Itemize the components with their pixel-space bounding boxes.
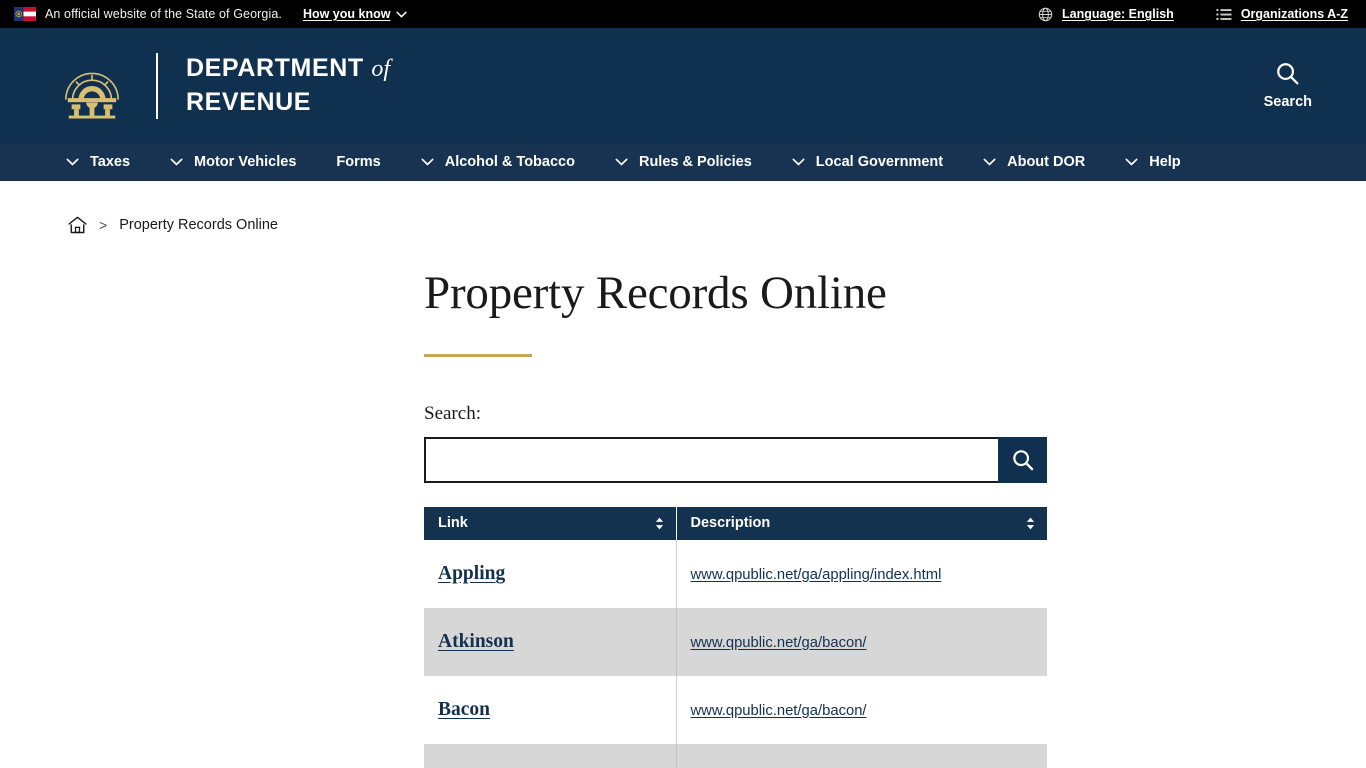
column-header-link-label: Link [438,515,468,532]
table-row: Appling www.qpublic.net/ga/appling/index… [424,540,1047,609]
header-search-button[interactable]: Search [1264,61,1338,110]
site-title-line2: REVENUE [186,87,312,116]
organizations-az-label: Organizations A-Z [1240,7,1348,21]
sort-updown-icon [655,517,663,530]
chevron-down-icon [1125,158,1138,166]
nav-item-taxes[interactable]: Taxes [46,143,150,181]
search-form [424,437,1047,484]
nav-item-motor-vehicles[interactable]: Motor Vehicles [150,143,316,181]
brand-lockup[interactable]: DEPARTMENT of REVENUE [60,51,390,121]
nav-item-local-government[interactable]: Local Government [772,143,963,181]
column-header-link[interactable]: Link [424,507,677,541]
nav-label: About DOR [1007,154,1086,170]
nav-item-rules-policies[interactable]: Rules & Policies [595,143,772,181]
county-link[interactable]: Appling [438,563,505,584]
chevron-down-icon [792,158,805,166]
brand-divider [156,52,158,119]
table-header-row: Link Description [424,507,1047,541]
language-label: Language: English [1062,7,1174,21]
nav-item-about-dor[interactable]: About DOR [963,143,1105,181]
how-you-know-label: How you know [302,7,391,21]
header-search-label: Search [1263,94,1312,110]
breadcrumb-current: Property Records Online [119,217,278,233]
list-icon [1216,8,1232,20]
government-notice-bar: An official website of the State of Geor… [0,0,1366,28]
nav-item-forms[interactable]: Forms [316,143,400,181]
gov-notice-text: An official website of the State of Geor… [45,7,282,21]
chevron-down-icon [615,158,628,166]
breadcrumb: > Property Records Online [0,181,1366,239]
chevron-down-icon [396,11,408,18]
nav-item-help[interactable]: Help [1105,143,1200,181]
georgia-state-flag-icon [14,7,36,21]
gov-notice-group: An official website of the State of Geor… [14,7,408,21]
table-header: Link Description [424,507,1047,541]
primary-navigation: Taxes Motor Vehicles Forms Alcohol & Tob… [0,143,1366,181]
cell-description [676,744,1047,768]
globe-icon [1038,7,1053,21]
organizations-az-link[interactable]: Organizations A-Z [1216,7,1348,21]
table-row: Bacon www.qpublic.net/ga/bacon/ [424,676,1047,745]
table-row: Atkinson www.qpublic.net/ga/bacon/ [424,608,1047,677]
home-icon[interactable] [68,216,87,234]
cell-description: www.qpublic.net/ga/appling/index.html [676,540,1047,608]
site-title: DEPARTMENT of REVENUE [186,52,390,119]
cell-link: Bacon [424,676,677,745]
cell-link: Appling [424,540,677,609]
search-submit-button[interactable] [998,437,1047,484]
table-row [424,744,1047,768]
property-records-table: Link Description Appling www.qpublic.net… [424,507,1047,768]
county-link[interactable]: Bacon [438,699,490,720]
breadcrumb-separator: > [99,217,108,233]
table-body: Appling www.qpublic.net/ga/appling/index… [424,540,1047,768]
sort-updown-icon [1026,517,1035,530]
georgia-capitol-seal-icon [64,72,120,118]
search-icon [1012,450,1033,471]
gov-utility-links: Language: English Organizations A-Z [1038,7,1348,22]
nav-label: Local Government [815,154,944,170]
title-underline-rule [424,354,532,358]
how-you-know-toggle[interactable]: How you know [303,7,408,21]
nav-label: Alcohol & Tobacco [444,154,575,170]
search-input[interactable] [424,437,998,484]
nav-label: Help [1149,154,1181,170]
cell-link [424,744,677,768]
language-selector[interactable]: Language: English [1038,7,1174,22]
nav-item-alcohol-tobacco[interactable]: Alcohol & Tobacco [401,143,595,181]
description-url-link[interactable]: www.qpublic.net/ga/appling/index.html [691,567,942,583]
column-header-description[interactable]: Description [676,507,1047,541]
nav-label: Rules & Policies [638,154,752,170]
main-content: Property Records Online Search: Link Des… [0,239,1366,768]
nav-label: Motor Vehicles [194,154,297,170]
page-title: Property Records Online [424,267,887,319]
cell-description: www.qpublic.net/ga/bacon/ [676,608,1047,677]
chevron-down-icon [421,158,434,166]
cell-description: www.qpublic.net/ga/bacon/ [676,676,1047,744]
site-masthead: DEPARTMENT of REVENUE Search [0,28,1366,143]
column-header-description-label: Description [690,515,771,532]
nav-label: Forms [336,154,381,170]
description-url-link[interactable]: www.qpublic.net/ga/bacon/ [691,703,867,719]
site-title-of: of [371,56,390,83]
county-link[interactable]: Atkinson [438,631,514,652]
site-title-line1: DEPARTMENT [186,54,364,83]
county-link[interactable] [438,753,662,761]
chevron-down-icon [66,158,79,166]
search-icon [1277,63,1299,85]
chevron-down-icon [983,158,996,166]
description-url-link[interactable]: www.qpublic.net/ga/bacon/ [691,635,867,651]
nav-label: Taxes [90,154,131,170]
cell-link: Atkinson [424,608,677,677]
search-field-label: Search: [424,403,481,425]
chevron-down-icon [170,158,183,166]
